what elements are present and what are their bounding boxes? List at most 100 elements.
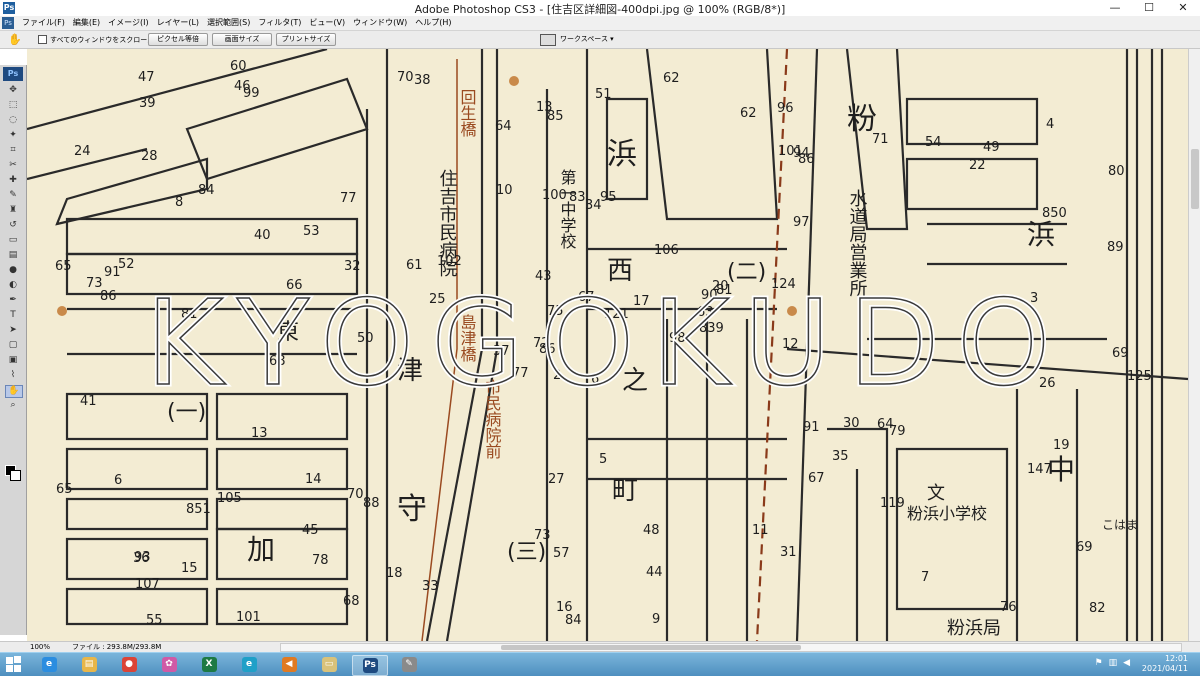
brush-icon[interactable]: ✎ <box>5 190 21 201</box>
block-number: 69 <box>1112 346 1129 361</box>
document-canvas[interactable]: 住吉市民病院 第一中学校浜粉水道局営業所浜西之町守加津東中粉浜小学校 粉浜局 回生橋島… <box>27 49 1188 641</box>
photoshop-taskbar-button[interactable]: Ps <box>352 655 388 676</box>
block-number: 64 <box>495 119 512 134</box>
workspace-icon[interactable] <box>540 34 556 46</box>
pen-icon[interactable]: ✒ <box>5 295 21 306</box>
block-number: 91 <box>803 420 820 435</box>
crop-icon[interactable]: ⌗ <box>5 145 21 156</box>
block-number: 35 <box>832 449 849 464</box>
fit-screen-button[interactable]: 画面サイズ <box>212 33 272 46</box>
block-number: 70 <box>347 487 364 502</box>
network-icon[interactable]: ▥ <box>1109 658 1118 668</box>
eyedropper-icon[interactable]: ⌇ <box>5 370 21 381</box>
excel-taskbar-button[interactable]: X <box>192 655 226 674</box>
blur-icon[interactable]: ● <box>5 265 21 276</box>
hand-tool-icon[interactable]: ✋ <box>8 33 22 46</box>
folder-icon: ▭ <box>321 657 337 672</box>
block-number: 33 <box>422 579 439 594</box>
dodge-icon[interactable]: ◐ <box>5 280 21 291</box>
block-number: 47 <box>138 70 155 85</box>
explorer-taskbar-button[interactable]: ▤ <box>72 655 106 674</box>
block-number: 91 <box>104 265 121 280</box>
block-number: 19 <box>1053 438 1070 453</box>
type-icon[interactable]: T <box>5 310 21 321</box>
horizontal-scroll-thumb[interactable] <box>501 645 801 650</box>
block-number: 119 <box>880 496 905 511</box>
block-number: 30 <box>843 416 860 431</box>
volume-icon[interactable]: ◀ <box>1123 658 1130 668</box>
maximize-button[interactable]: ☐ <box>1132 0 1166 16</box>
background-color-swatch[interactable] <box>10 470 21 481</box>
healing-icon[interactable]: ✚ <box>5 175 21 186</box>
checkbox-box[interactable] <box>38 35 47 44</box>
horizontal-scrollbar[interactable] <box>280 643 1182 652</box>
ie-icon: e <box>41 657 57 672</box>
lasso-icon[interactable]: ◌ <box>5 115 21 126</box>
ie-taskbar-button[interactable]: e <box>32 655 66 674</box>
start-button[interactable] <box>6 656 24 673</box>
block-number: 97 <box>793 215 810 230</box>
block-number: 49 <box>983 140 1000 155</box>
block-number: 15 <box>181 561 198 576</box>
block-number: 68 <box>343 594 360 609</box>
vertical-scroll-thumb[interactable] <box>1191 149 1199 209</box>
actual-pixels-button[interactable]: ピクセル等倍 <box>148 33 208 46</box>
clock-date: 2021/04/11 <box>1141 664 1188 673</box>
block-number: 5 <box>599 452 607 467</box>
block-number: 86 <box>798 152 815 167</box>
shape-icon[interactable]: ▢ <box>5 340 21 351</box>
close-button[interactable]: ✕ <box>1166 0 1200 16</box>
window-controls: — ☐ ✕ <box>1098 0 1200 16</box>
flag-icon[interactable]: ⚑ <box>1094 658 1102 668</box>
scroll-all-windows-checkbox[interactable]: すべてのウィンドウをスクロール <box>38 34 154 45</box>
chrome-icon: ● <box>121 657 137 672</box>
gradient-icon[interactable]: ▤ <box>5 250 21 261</box>
minimize-button[interactable]: — <box>1098 0 1132 16</box>
file-info[interactable]: ファイル : 293.8M/293.8M <box>72 642 161 652</box>
chrome-taskbar-button[interactable]: ● <box>112 655 146 674</box>
paint-brush-taskbar-button[interactable]: ✎ <box>392 655 426 674</box>
move-icon[interactable]: ✥ <box>5 85 21 96</box>
menu-help[interactable]: ヘルプ(H) <box>411 16 455 30</box>
zoom-level[interactable]: 100% <box>30 642 54 652</box>
ps-menu-icon[interactable]: Ps <box>2 17 14 29</box>
block-number: 106 <box>654 243 679 258</box>
path-select-icon[interactable]: ➤ <box>5 325 21 336</box>
map-label: 粉浜局 <box>947 618 1001 639</box>
slice-icon[interactable]: ✂ <box>5 160 21 171</box>
options-bar: ✋ すべてのウィンドウをスクロール ピクセル等倍 画面サイズ プリントサイズ ワ… <box>0 31 1200 49</box>
block-number: 4 <box>1046 117 1054 132</box>
menu-layer[interactable]: レイヤー(L) <box>153 16 203 30</box>
hand-icon[interactable]: ✋ <box>5 385 23 398</box>
clock[interactable]: 12:01 2021/04/11 <box>1142 654 1188 674</box>
menu-window[interactable]: ウィンドウ(W) <box>349 16 411 30</box>
menu-image[interactable]: イメージ(I) <box>104 16 152 30</box>
history-brush-icon[interactable]: ↺ <box>5 220 21 231</box>
system-tray: ⚑ ▥ ◀ <box>1094 658 1130 668</box>
vertical-scrollbar[interactable] <box>1188 49 1200 641</box>
menu-view[interactable]: ビュー(V) <box>305 16 349 30</box>
menu-edit[interactable]: 編集(E) <box>69 16 104 30</box>
print-size-button[interactable]: プリントサイズ <box>276 33 336 46</box>
block-number: 55 <box>146 613 163 628</box>
edge-taskbar-button[interactable]: e <box>232 655 266 674</box>
media-taskbar-button[interactable]: ◀ <box>272 655 306 674</box>
notes-icon[interactable]: ▣ <box>5 355 21 366</box>
magic-wand-icon[interactable]: ✦ <box>5 130 21 141</box>
block-number: 95 <box>600 190 617 205</box>
zoom-icon[interactable]: ⌕ <box>5 400 21 411</box>
stamp-icon[interactable]: ♜ <box>5 205 21 216</box>
marquee-icon[interactable]: ⬚ <box>5 100 21 111</box>
menu-select[interactable]: 選択範囲(S) <box>203 16 254 30</box>
watermark-outline: KYOGOKUDO <box>146 274 1068 412</box>
eraser-icon[interactable]: ▭ <box>5 235 21 246</box>
ps-logo[interactable]: Ps <box>3 67 23 81</box>
block-number: 84 <box>198 183 215 198</box>
workspace-menu[interactable]: ワークスペース ▾ <box>560 34 614 45</box>
block-number: 18 <box>386 566 403 581</box>
block-number: 39 <box>139 96 156 111</box>
folder-taskbar-button[interactable]: ▭ <box>312 655 346 674</box>
menu-filter[interactable]: フィルタ(T) <box>254 16 305 30</box>
menu-file[interactable]: ファイル(F) <box>18 16 69 30</box>
paint-taskbar-button[interactable]: ✿ <box>152 655 186 674</box>
